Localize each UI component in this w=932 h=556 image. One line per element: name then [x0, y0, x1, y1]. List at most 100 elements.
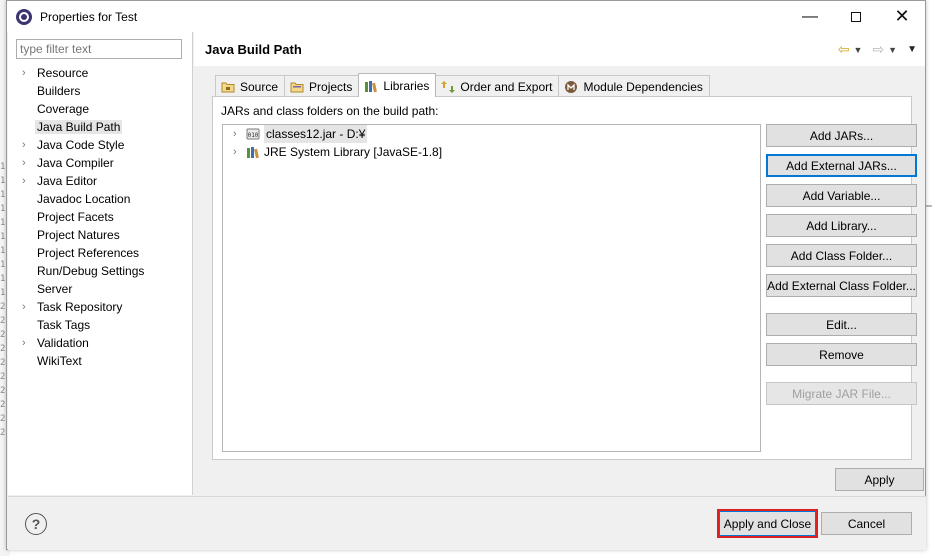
- category-tree: › Resource Builders Coverage Java Build Path…: [8, 64, 192, 370]
- libraries-tab-content: JARs and class folders on the build path…: [212, 96, 917, 460]
- back-arrow-icon[interactable]: ⇦: [838, 41, 850, 58]
- sidebar-item-label: Javadoc Location: [37, 192, 131, 206]
- help-icon[interactable]: ?: [25, 513, 47, 535]
- jar-icon: 010: [246, 127, 260, 141]
- sidebar-item-java-editor[interactable]: › Java Editor: [8, 172, 192, 190]
- sidebar-item-project-facets[interactable]: Project Facets: [8, 208, 192, 226]
- sidebar-item-run-debug-settings[interactable]: Run/Debug Settings: [8, 262, 192, 280]
- add-library-button[interactable]: Add Library...: [766, 214, 917, 237]
- add-variable-button[interactable]: Add Variable...: [766, 184, 917, 207]
- tab-order-and-export[interactable]: Order and Export: [435, 75, 560, 97]
- sidebar-item-server[interactable]: Server: [8, 280, 192, 298]
- sidebar-item-label: Server: [37, 282, 73, 296]
- tab-module-dependencies[interactable]: Module Dependencies: [558, 75, 710, 97]
- tab-label: Projects: [309, 79, 353, 94]
- apply-and-close-button[interactable]: Apply and Close: [717, 509, 818, 538]
- edit-button[interactable]: Edit...: [766, 313, 917, 336]
- minimize-button[interactable]: —: [787, 1, 833, 32]
- svg-text:010: 010: [248, 132, 259, 139]
- sidebar-item-label: Java Compiler: [37, 156, 114, 170]
- projects-icon: [290, 80, 304, 94]
- tab-source[interactable]: Source: [215, 75, 286, 97]
- page-navigation: ⇦ ▼ ⇨ ▼ ▼: [838, 41, 917, 58]
- chevron-right-icon[interactable]: ›: [22, 334, 26, 352]
- sidebar-item-javadoc-location[interactable]: Javadoc Location: [8, 190, 192, 208]
- sidebar-item-java-build-path[interactable]: Java Build Path: [8, 118, 192, 136]
- jre-library-icon: [246, 145, 260, 159]
- add-external-jars-button[interactable]: Add External JARs...: [766, 154, 917, 177]
- chevron-right-icon[interactable]: ›: [233, 125, 242, 143]
- maximize-button[interactable]: [833, 1, 879, 32]
- sidebar-item-label: Validation: [37, 336, 89, 350]
- sidebar-item-label: Task Tags: [37, 318, 91, 332]
- remove-button[interactable]: Remove: [766, 343, 917, 366]
- category-sidebar: › Resource Builders Coverage Java Build Path…: [8, 32, 193, 495]
- page-header: Java Build Path ⇦ ▼ ⇨ ▼ ▼: [194, 32, 925, 66]
- chevron-right-icon[interactable]: ›: [22, 154, 26, 172]
- library-entry-label: JRE System Library [JavaSE-1.8]: [264, 145, 443, 159]
- tab-label: Module Dependencies: [583, 79, 703, 94]
- close-icon: ✕: [894, 6, 910, 26]
- sidebar-item-task-repository[interactable]: › Task Repository: [8, 298, 192, 316]
- window-title: Properties for Test: [40, 9, 138, 24]
- add-jars-button[interactable]: Add JARs...: [766, 124, 917, 147]
- library-entry-label: classes12.jar - D:¥: [264, 125, 368, 143]
- tab-libraries[interactable]: Libraries: [358, 73, 437, 97]
- library-entry[interactable]: › JRE System Library [JavaSE-1.8]: [223, 143, 760, 161]
- tab-label: Order and Export: [460, 79, 553, 94]
- minimize-icon: —: [802, 7, 818, 25]
- sidebar-item-label: Project References: [37, 246, 140, 260]
- sidebar-item-project-natures[interactable]: Project Natures: [8, 226, 192, 244]
- tab-label: Source: [240, 79, 279, 94]
- sidebar-item-validation[interactable]: › Validation: [8, 334, 192, 352]
- library-entry[interactable]: › 010 classes12.jar - D:¥: [223, 125, 760, 143]
- sidebar-item-label: Java Editor: [37, 174, 98, 188]
- close-button[interactable]: ✕: [879, 1, 925, 32]
- sidebar-item-project-references[interactable]: Project References: [8, 244, 192, 262]
- sidebar-item-label: Java Code Style: [37, 138, 125, 152]
- chevron-right-icon[interactable]: ›: [22, 298, 26, 316]
- migrate-jar-button: Migrate JAR File...: [766, 382, 917, 405]
- dialog-footer: ? Apply and Close Cancel: [8, 496, 926, 550]
- sidebar-item-java-code-style[interactable]: › Java Code Style: [8, 136, 192, 154]
- sidebar-item-label: Run/Debug Settings: [37, 264, 145, 278]
- title-bar[interactable]: Properties for Test — ✕: [7, 1, 925, 32]
- build-path-heading: JARs and class folders on the build path…: [221, 104, 439, 118]
- sidebar-item-label: Resource: [37, 66, 89, 80]
- sidebar-item-builders[interactable]: Builders: [8, 82, 192, 100]
- sidebar-item-wikitext[interactable]: WikiText: [8, 352, 192, 370]
- build-path-tabs: Source Projects Libraries Order and Export M…: [215, 73, 710, 97]
- tab-label: Libraries: [383, 78, 430, 93]
- sidebar-item-label: Task Repository: [37, 300, 123, 314]
- property-page: Java Build Path ⇦ ▼ ⇨ ▼ ▼ Source Projects…: [194, 32, 925, 495]
- apply-button[interactable]: Apply: [835, 468, 924, 491]
- source-folder-icon: [221, 80, 235, 94]
- sidebar-item-task-tags[interactable]: Task Tags: [8, 316, 192, 334]
- eclipse-icon: [16, 8, 32, 25]
- back-history-dropdown-icon[interactable]: ▼: [854, 45, 863, 55]
- add-class-folder-button[interactable]: Add Class Folder...: [766, 244, 917, 267]
- libraries-tree[interactable]: › 010 classes12.jar - D:¥ › JRE System Libra…: [222, 124, 761, 452]
- forward-arrow-icon[interactable]: ⇨: [872, 41, 884, 58]
- view-menu-icon[interactable]: ▼: [907, 44, 917, 55]
- tab-projects[interactable]: Projects: [284, 75, 360, 97]
- sidebar-item-label: WikiText: [37, 354, 82, 368]
- page-title: Java Build Path: [205, 42, 302, 57]
- maximize-icon: [851, 11, 861, 22]
- chevron-right-icon[interactable]: ›: [22, 136, 26, 154]
- sidebar-item-label: Builders: [37, 84, 81, 98]
- module-dependencies-icon: [564, 80, 578, 94]
- chevron-right-icon[interactable]: ›: [22, 172, 26, 190]
- sidebar-item-resource[interactable]: › Resource: [8, 64, 192, 82]
- filter-input[interactable]: [16, 39, 182, 59]
- sidebar-item-label: Coverage: [37, 102, 90, 116]
- sidebar-item-java-compiler[interactable]: › Java Compiler: [8, 154, 192, 172]
- chevron-right-icon[interactable]: ›: [233, 143, 242, 161]
- add-external-class-folder-button[interactable]: Add External Class Folder...: [766, 274, 917, 297]
- chevron-right-icon[interactable]: ›: [22, 64, 26, 82]
- sidebar-item-label: Project Natures: [37, 228, 120, 242]
- cancel-button[interactable]: Cancel: [821, 512, 912, 535]
- sidebar-item-coverage[interactable]: Coverage: [8, 100, 192, 118]
- forward-history-dropdown-icon[interactable]: ▼: [888, 45, 897, 55]
- libraries-icon: [364, 79, 378, 93]
